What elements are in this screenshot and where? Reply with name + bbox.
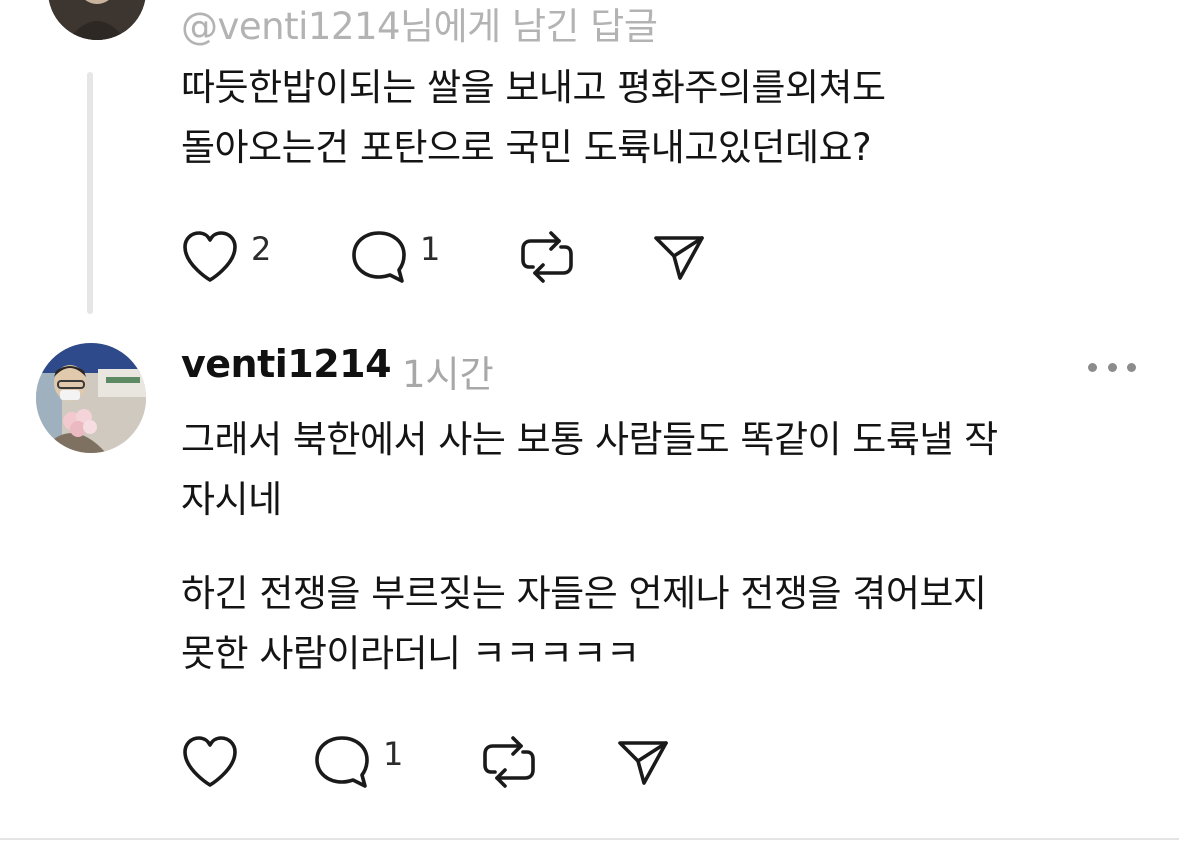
username[interactable]: venti1214 — [181, 342, 392, 386]
post-text-line: 자시네 — [181, 478, 282, 521]
paper-plane-icon — [654, 236, 704, 280]
paper-plane-icon — [618, 741, 668, 785]
like-button[interactable] — [181, 734, 239, 790]
avatar[interactable] — [48, 0, 146, 40]
divider — [0, 838, 1179, 840]
speech-bubble-icon — [315, 736, 369, 788]
heart-outline-icon — [183, 736, 237, 787]
avatar-photo — [48, 0, 146, 40]
speech-bubble-icon — [352, 231, 406, 283]
share-button[interactable] — [616, 734, 670, 790]
ellipsis-icon — [1088, 362, 1097, 372]
comment-button[interactable]: 1 — [350, 229, 440, 285]
comment-count: 1 — [420, 230, 441, 268]
post-text: 따듯한밥이되는 쌀을 보내고 평화주의를외쳐도 돌아오는건 포탄으로 국민 도륙… — [181, 58, 886, 178]
more-options-button[interactable] — [1088, 352, 1136, 382]
share-button[interactable] — [652, 229, 706, 285]
heart-outline-icon — [183, 231, 237, 282]
post-text: 하긴 전쟁을 부르짖는 자들은 언제나 전쟁을 겪어보지 못한 사람이라더니 ㅋ… — [181, 564, 987, 684]
post-text-line: 돌아오는건 포탄으로 국민 도륙내고있던데요? — [181, 126, 872, 169]
post-text-line: 못한 사람이라더니 ㅋㅋㅋㅋㅋ — [181, 632, 640, 675]
post-text-line: 그래서 북한에서 사는 보통 사람들도 똑같이 도륙낼 작 — [181, 418, 998, 461]
repost-arrows-icon — [521, 231, 573, 283]
avatar[interactable] — [36, 343, 146, 453]
repost-button[interactable] — [519, 229, 575, 285]
post-text-line: 따듯한밥이되는 쌀을 보내고 평화주의를외쳐도 — [181, 66, 886, 109]
timestamp: 1시간 — [402, 353, 494, 396]
comment-button[interactable]: 1 — [313, 734, 403, 790]
like-count: 2 — [251, 230, 272, 268]
avatar-photo — [36, 343, 146, 453]
reply-to-label[interactable]: @venti1214님에게 남긴 답글 — [181, 0, 658, 50]
repost-button[interactable] — [481, 734, 537, 790]
post-text: 그래서 북한에서 사는 보통 사람들도 똑같이 도륙낼 작 자시네 — [181, 410, 998, 530]
ellipsis-icon — [1107, 362, 1117, 372]
repost-arrows-icon — [483, 736, 535, 788]
thread-line — [87, 72, 93, 314]
like-button[interactable]: 2 — [181, 229, 271, 285]
post-text-line: 하긴 전쟁을 부르짖는 자들은 언제나 전쟁을 겪어보지 — [181, 572, 987, 615]
comment-count: 1 — [383, 735, 404, 773]
ellipsis-icon — [1127, 362, 1136, 372]
